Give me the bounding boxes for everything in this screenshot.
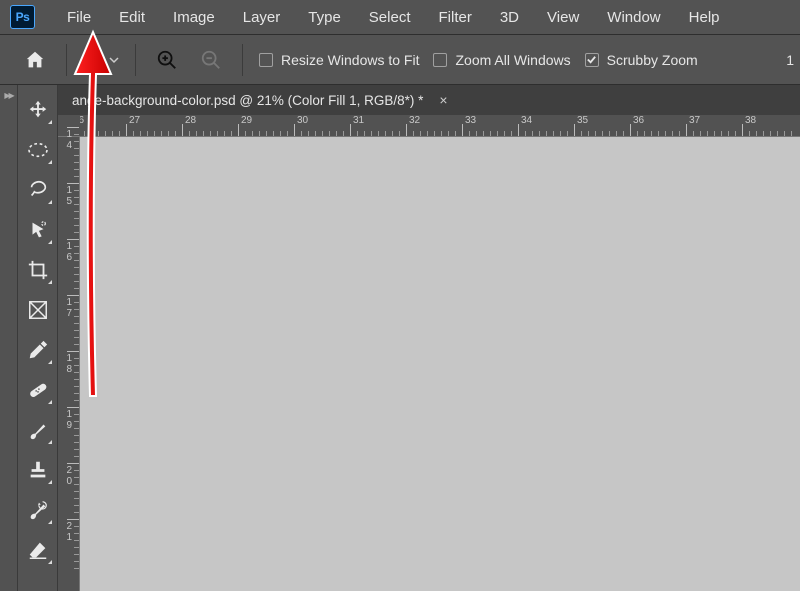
scrubby-zoom-checkbox[interactable] <box>585 53 599 67</box>
frame-tool[interactable] <box>23 295 53 325</box>
marquee-tool[interactable] <box>23 135 53 165</box>
ruler-v-number: 2 <box>60 465 72 476</box>
zoom-in-icon <box>156 49 178 71</box>
ruler-v-number: 8 <box>60 364 72 375</box>
zoom-level-value: 1 <box>786 52 800 68</box>
home-icon <box>24 49 46 71</box>
expand-panels-icon: ▶▶ <box>4 91 12 100</box>
history-brush-icon <box>27 499 49 521</box>
menu-image[interactable]: Image <box>159 5 229 30</box>
menu-select[interactable]: Select <box>355 5 425 30</box>
eyedropper-tool[interactable] <box>23 335 53 365</box>
move-icon <box>27 99 49 121</box>
brush-icon <box>27 419 49 441</box>
menu-3d[interactable]: 3D <box>486 5 533 30</box>
ruler-v-number: 5 <box>60 196 72 207</box>
zoom-all-label: Zoom All Windows <box>455 52 570 68</box>
ruler-h-number: 33 <box>465 115 476 126</box>
ruler-h-number: 29 <box>241 115 252 126</box>
ruler-h-number: 26 <box>80 115 84 126</box>
document-area: ange-background-color.psd @ 21% (Color F… <box>58 85 800 591</box>
frame-icon <box>27 299 49 321</box>
divider <box>66 44 67 76</box>
document-tab-bar: ange-background-color.psd @ 21% (Color F… <box>58 85 800 115</box>
tool-palette <box>18 85 58 591</box>
quick-select-tool[interactable] <box>23 215 53 245</box>
eraser-icon <box>27 539 49 561</box>
crop-icon <box>27 259 49 281</box>
resize-windows-label: Resize Windows to Fit <box>281 52 419 68</box>
zoom-in-button[interactable] <box>152 45 182 75</box>
vertical-ruler[interactable]: 1415161718192021 <box>58 137 80 591</box>
divider <box>242 44 243 76</box>
ruler-v-number: 1 <box>60 297 72 308</box>
ruler-h-number: 34 <box>521 115 532 126</box>
ruler-h-number: 32 <box>409 115 420 126</box>
stamp-icon <box>27 459 49 481</box>
canvas[interactable] <box>80 137 800 591</box>
ruler-h-number: 28 <box>185 115 196 126</box>
menu-view[interactable]: View <box>533 5 593 30</box>
history-brush-tool[interactable] <box>23 495 53 525</box>
move-tool[interactable] <box>23 95 53 125</box>
magnifier-icon <box>83 49 105 71</box>
menu-file[interactable]: File <box>53 5 105 30</box>
ruler-v-number: 1 <box>60 129 72 140</box>
ruler-h-number: 37 <box>689 115 700 126</box>
menu-bar: Ps File Edit Image Layer Type Select Fil… <box>0 0 800 35</box>
horizontal-ruler[interactable]: 26 27 28 29 30 31 32 33 34 35 36 37 38 <box>58 115 800 137</box>
document-tab[interactable]: ange-background-color.psd @ 21% (Color F… <box>72 92 452 108</box>
ruler-v-number: 1 <box>60 532 72 543</box>
eyedropper-icon <box>27 339 49 361</box>
ruler-h-number: 36 <box>633 115 644 126</box>
ruler-v-number: 1 <box>60 185 72 196</box>
panel-collapse-strip[interactable]: ▶▶ <box>0 85 18 591</box>
options-bar: Resize Windows to Fit Zoom All Windows S… <box>0 35 800 85</box>
ruler-v-number: 0 <box>60 476 72 487</box>
zoom-out-button[interactable] <box>196 45 226 75</box>
bandage-icon <box>27 379 49 401</box>
document-tab-title: ange-background-color.psd @ 21% (Color F… <box>72 93 423 108</box>
app-icon: Ps <box>10 5 35 29</box>
ruler-v-number: 1 <box>60 353 72 364</box>
ruler-v-number: 2 <box>60 521 72 532</box>
crop-tool[interactable] <box>23 255 53 285</box>
lasso-icon <box>27 179 49 201</box>
clone-stamp-tool[interactable] <box>23 455 53 485</box>
tool-preset-picker[interactable] <box>83 49 119 71</box>
spot-heal-tool[interactable] <box>23 375 53 405</box>
quick-select-icon <box>27 219 49 241</box>
menu-help[interactable]: Help <box>675 5 734 30</box>
close-tab-button[interactable]: × <box>435 92 451 108</box>
menu-edit[interactable]: Edit <box>105 5 159 30</box>
zoom-out-icon <box>200 49 222 71</box>
ruler-v-number: 4 <box>60 140 72 151</box>
menu-window[interactable]: Window <box>593 5 674 30</box>
chevron-down-icon <box>109 55 119 65</box>
ruler-v-number: 7 <box>60 308 72 319</box>
ruler-v-number: 1 <box>60 241 72 252</box>
ruler-h-number: 31 <box>353 115 364 126</box>
marquee-icon <box>27 141 49 159</box>
ruler-h-number: 27 <box>129 115 140 126</box>
zoom-all-checkbox[interactable] <box>433 53 447 67</box>
ruler-h-number: 38 <box>745 115 756 126</box>
lasso-tool[interactable] <box>23 175 53 205</box>
ruler-h-number: 30 <box>297 115 308 126</box>
ruler-v-number: 1 <box>60 409 72 420</box>
resize-windows-checkbox[interactable] <box>259 53 273 67</box>
scrubby-zoom-label: Scrubby Zoom <box>607 52 698 68</box>
eraser-tool[interactable] <box>23 535 53 565</box>
ruler-v-number: 6 <box>60 252 72 263</box>
ruler-h-number: 35 <box>577 115 588 126</box>
brush-tool[interactable] <box>23 415 53 445</box>
menu-layer[interactable]: Layer <box>229 5 295 30</box>
menu-filter[interactable]: Filter <box>425 5 486 30</box>
check-icon <box>586 54 597 65</box>
divider <box>135 44 136 76</box>
menu-type[interactable]: Type <box>294 5 355 30</box>
home-button[interactable] <box>20 45 50 75</box>
main: ▶▶ <box>0 85 800 591</box>
ruler-v-number: 9 <box>60 420 72 431</box>
